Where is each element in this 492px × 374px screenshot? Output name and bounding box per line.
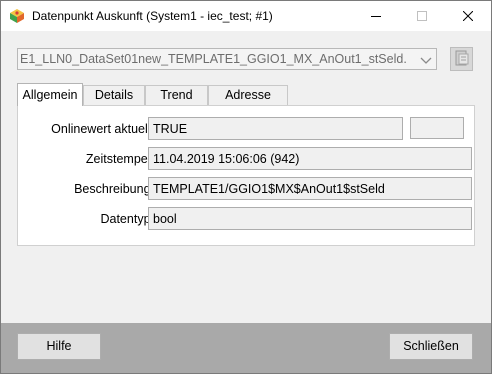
datapoint-browse-button[interactable] (450, 47, 473, 71)
window-title: Datenpunkt Auskunft (System1 - iec_test;… (32, 9, 273, 23)
tab-adresse[interactable]: Adresse (208, 85, 288, 105)
close-button[interactable] (445, 1, 491, 31)
timestamp-label: Zeitstempel: (85, 152, 154, 166)
chevron-down-icon[interactable] (420, 54, 432, 64)
help-button[interactable]: Hilfe (17, 333, 101, 360)
online-value-label: Onlinewert aktuell: (51, 122, 154, 136)
minimize-icon (371, 11, 381, 21)
tab-trend[interactable]: Trend (145, 85, 208, 105)
online-value-field[interactable]: TRUE (148, 117, 403, 140)
datapoint-app-icon (9, 8, 25, 24)
datapoint-select[interactable]: E1_LLN0_DataSet01new_TEMPLATE1_GGIO1_MX_… (17, 48, 437, 70)
tab-details[interactable]: Details (83, 85, 145, 105)
datatype-label: Datentyp: (100, 212, 154, 226)
close-icon (463, 11, 473, 21)
datapoint-browse-icon (455, 50, 469, 69)
general-tab-panel: Onlinewert aktuell: TRUE Zeitstempel: 11… (17, 105, 475, 246)
title-bar[interactable]: Datenpunkt Auskunft (System1 - iec_test;… (1, 1, 491, 31)
description-field[interactable]: TEMPLATE1/GGIO1$MX$AnOut1$stSeld (148, 177, 472, 200)
timestamp-field[interactable]: 11.04.2019 15:06:06 (942) (148, 147, 472, 170)
datapoint-select-value: E1_LLN0_DataSet01new_TEMPLATE1_GGIO1_MX_… (20, 52, 407, 66)
maximize-icon (417, 11, 427, 21)
close-dialog-button[interactable]: Schließen (389, 333, 473, 360)
maximize-button[interactable] (399, 1, 445, 31)
footer-bar: Hilfe Schließen (1, 323, 491, 373)
online-extra-field[interactable] (410, 117, 464, 139)
description-label: Beschreibung: (74, 182, 154, 196)
minimize-button[interactable] (353, 1, 399, 31)
datatype-field[interactable]: bool (148, 207, 472, 230)
tab-allgemein[interactable]: Allgemein (17, 83, 83, 106)
datapoint-info-window: Datenpunkt Auskunft (System1 - iec_test;… (0, 0, 492, 374)
